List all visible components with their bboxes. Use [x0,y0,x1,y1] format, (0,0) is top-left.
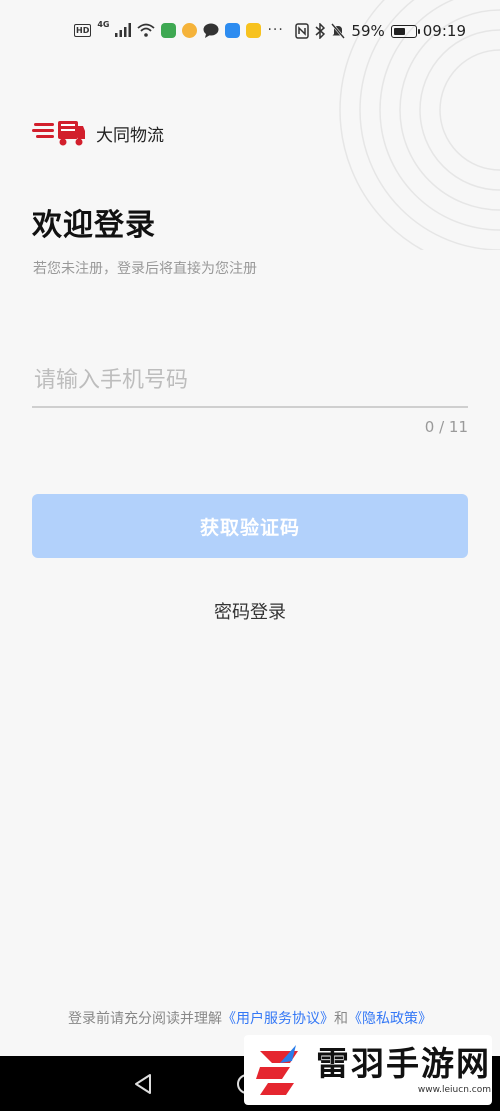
phone-field-wrapper [32,360,468,408]
watermark-text-block: 雷羽手游网 www.leiucn.com [316,1044,491,1096]
android-app-icon [161,22,177,38]
more-notifications-icon: ··· [267,22,284,38]
watermark-logo-icon [256,1045,298,1095]
page-subtitle: 若您未注册，登录后将直接为您注册 [33,261,257,277]
notes-app-icon [246,22,262,38]
status-bar-left: HD 4G ··· [74,19,284,38]
user-agreement-link[interactable]: 《用户服务协议》 [222,1011,334,1027]
brand-header: 大同物流 [32,118,164,148]
back-triangle-icon[interactable] [133,1073,155,1095]
page-title: 欢迎登录 [32,208,156,243]
signal-icon [115,23,132,37]
battery-icon [390,24,420,38]
agreement-and: 和 [334,1011,348,1027]
network-type-label: 4G [97,19,110,29]
hd-badge: HD [74,23,92,37]
password-login-link[interactable]: 密码登录 [0,598,500,624]
search-app-icon [225,22,241,38]
battery-level-fill [393,27,405,35]
get-verification-code-button[interactable]: 获取验证码 [32,494,468,558]
privacy-policy-link[interactable]: 《隐私政策》 [348,1011,432,1027]
battery-percent: 59% [351,22,385,40]
nfc-icon [295,23,310,39]
agreement-prefix: 登录前请充分阅读并理解 [68,1011,222,1027]
wifi-icon [137,23,156,37]
brand-name: 大同物流 [96,125,164,146]
agreement-notice: 登录前请充分阅读并理解《用户服务协议》和《隐私政策》 [0,1008,500,1028]
truck-logo-icon [32,121,85,146]
phone-char-counter: 0 / 11 [424,418,468,436]
clock-time: 09:19 [422,22,466,40]
watermark-url: www.leiucn.com [417,1085,491,1095]
status-bar-right: 59% 09:19 [295,22,466,40]
chat-bubble-icon [203,23,219,38]
mute-bell-icon [331,23,346,39]
status-bar: HD 4G ··· 59% 09:19 [0,18,500,46]
bluetooth-icon [315,23,326,39]
phone-number-input[interactable] [32,360,468,408]
emoji-app-icon [182,22,198,38]
site-watermark: 雷羽手游网 www.leiucn.com [244,1035,492,1105]
watermark-title: 雷羽手游网 [316,1044,491,1083]
